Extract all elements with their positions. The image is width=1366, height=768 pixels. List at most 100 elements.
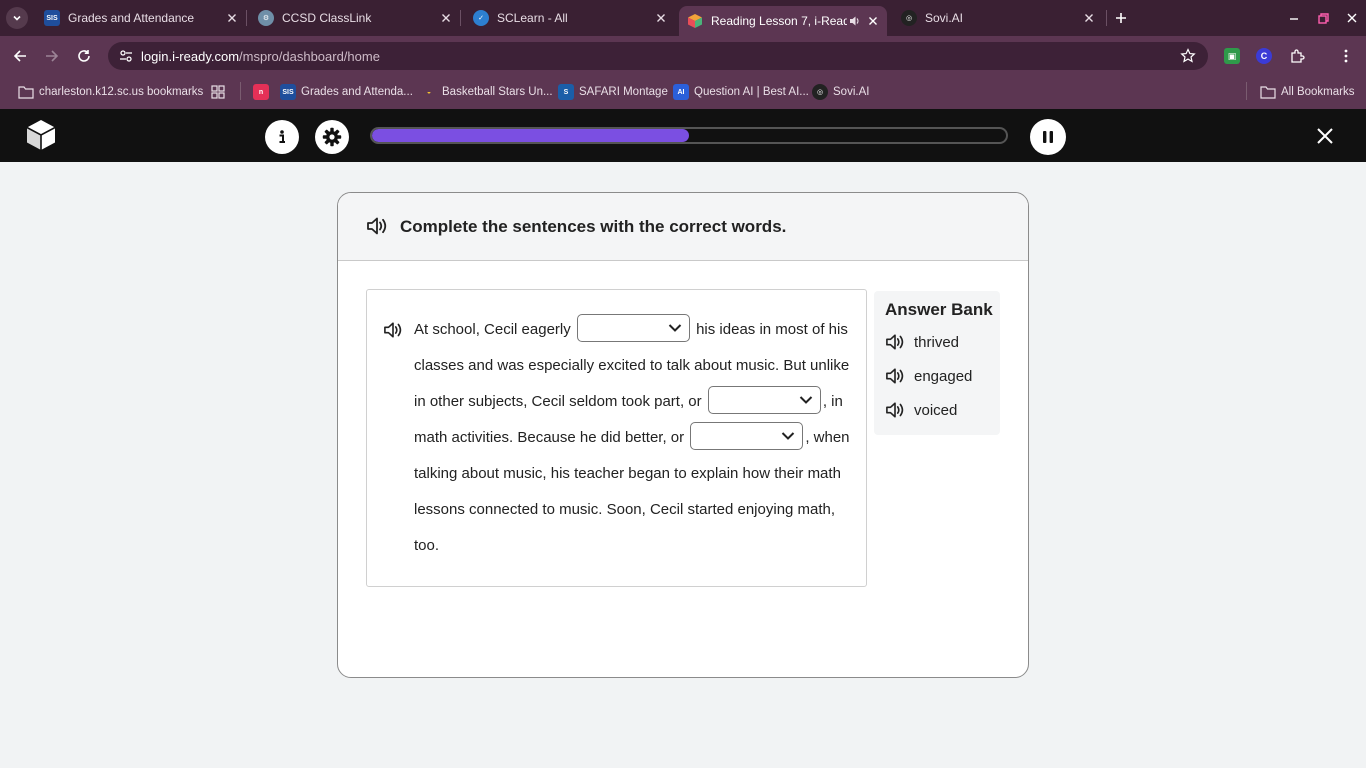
- answer-bank-word[interactable]: voiced: [885, 399, 957, 421]
- bookmark-basketball[interactable]: ◒ Basketball Stars Un...: [421, 83, 553, 101]
- answer-bank-word[interactable]: engaged: [885, 365, 972, 387]
- tab-separator: [1106, 10, 1107, 26]
- passage-box: At school, Cecil eagerly his ideas in mo…: [366, 289, 867, 587]
- lesson-progress-bar: [370, 127, 1008, 144]
- close-lesson-icon[interactable]: [1314, 125, 1336, 147]
- kebab-menu-icon[interactable]: [1338, 48, 1354, 64]
- blank-dropdown-1[interactable]: [576, 314, 690, 343]
- blank-dropdown-3[interactable]: [690, 422, 804, 451]
- bookmark-notion[interactable]: n: [253, 83, 274, 101]
- speaker-icon[interactable]: [885, 333, 905, 351]
- tab-title: Sovi.AI: [925, 11, 964, 25]
- chevron-down-icon: [13, 15, 21, 21]
- tab-title: Reading Lesson 7, i-Ready: [711, 14, 847, 28]
- forward-button[interactable]: [42, 46, 62, 66]
- tab-classlink[interactable]: ⚙ CCSD ClassLink: [250, 5, 460, 31]
- arrow-right-icon: [46, 50, 59, 62]
- answer-word-label: voiced: [914, 401, 958, 419]
- speaker-icon[interactable]: [885, 367, 905, 385]
- safari-montage-icon: S: [558, 84, 574, 100]
- speaker-icon[interactable]: [366, 216, 388, 236]
- close-icon[interactable]: [438, 10, 454, 26]
- sclearn-icon: ✓: [473, 10, 489, 26]
- reload-icon: [78, 50, 90, 62]
- bookmarks-bar: charleston.k12.sc.us bookmarks n SIS Gra…: [0, 76, 1366, 109]
- chevron-down-icon: [799, 396, 813, 404]
- sovi-icon: ◎: [812, 84, 828, 100]
- bookmark-question-ai[interactable]: AI Question AI | Best AI...: [673, 83, 809, 101]
- instruction-bar: Complete the sentences with the correct …: [338, 193, 1028, 261]
- screencastify-extension-icon[interactable]: ▣: [1224, 48, 1240, 64]
- apps-button[interactable]: [210, 83, 231, 101]
- bookmark-safari-montage[interactable]: S SAFARI Montage: [558, 83, 668, 101]
- reload-button[interactable]: [74, 46, 94, 66]
- speaker-icon[interactable]: [383, 321, 403, 339]
- bookmark-sovi[interactable]: ◎ Sovi.AI: [812, 83, 869, 101]
- info-button[interactable]: [265, 120, 299, 154]
- sovi-icon: ◎: [901, 10, 917, 26]
- bookmark-label: charleston.k12.sc.us bookmarks: [39, 86, 204, 98]
- close-icon[interactable]: [1081, 10, 1097, 26]
- info-icon: [279, 130, 285, 143]
- back-button[interactable]: [10, 46, 30, 66]
- sis-icon: SIS: [280, 84, 296, 100]
- basketball-icon: ◒: [426, 88, 432, 96]
- bookmark-folder[interactable]: charleston.k12.sc.us bookmarks: [18, 83, 203, 101]
- passage-text: At school, Cecil eagerly his ideas in mo…: [414, 312, 856, 564]
- bookmark-label: Sovi.AI: [833, 86, 870, 98]
- instruction-text: Complete the sentences with the correct …: [400, 217, 787, 236]
- notion-icon: n: [253, 84, 269, 100]
- passage-segment: At school, Cecil eagerly: [414, 321, 571, 338]
- blank-dropdown-2[interactable]: [707, 386, 821, 415]
- tab-sovi[interactable]: ◎ Sovi.AI: [893, 5, 1103, 31]
- answer-word-label: thrived: [914, 333, 960, 351]
- puzzle-icon[interactable]: [1289, 48, 1305, 64]
- arrow-left-icon: [13, 50, 26, 62]
- close-icon: [1347, 13, 1357, 23]
- plus-icon: [1116, 13, 1126, 23]
- classlink-icon: ⚙: [258, 10, 274, 26]
- close-window-button[interactable]: [1342, 8, 1362, 28]
- answer-word-label: engaged: [914, 367, 973, 385]
- tab-title: Grades and Attendance: [68, 11, 195, 25]
- restore-icon: [1317, 12, 1329, 24]
- url-path: /mspro/dashboard/home: [239, 49, 380, 64]
- iready-icon: [687, 13, 703, 29]
- close-icon[interactable]: [865, 13, 881, 29]
- restore-button[interactable]: [1313, 8, 1333, 28]
- all-bookmarks-button[interactable]: All Bookmarks: [1260, 83, 1355, 101]
- minimize-button[interactable]: [1284, 8, 1304, 28]
- close-icon[interactable]: [653, 10, 669, 26]
- address-bar[interactable]: login.i-ready.com/mspro/dashboard/home: [108, 42, 1208, 70]
- minimize-icon: [1290, 18, 1298, 20]
- gear-icon: [322, 127, 342, 147]
- star-icon[interactable]: [1180, 48, 1196, 64]
- new-tab-button[interactable]: [1111, 8, 1131, 28]
- c-extension-icon[interactable]: C: [1256, 48, 1272, 64]
- tab-sclearn[interactable]: ✓ SCLearn - All: [465, 5, 675, 31]
- progress-fill: [372, 129, 689, 142]
- question-card: Complete the sentences with the correct …: [337, 192, 1029, 678]
- speaker-icon[interactable]: [847, 13, 863, 29]
- pause-button[interactable]: [1030, 119, 1066, 155]
- close-icon[interactable]: [224, 10, 240, 26]
- tab-grades-attendance[interactable]: SIS Grades and Attendance: [36, 5, 246, 31]
- bookmark-label: SAFARI Montage: [579, 86, 668, 98]
- browser-toolbar: login.i-ready.com/mspro/dashboard/home ▣…: [0, 36, 1366, 76]
- bookmark-grades[interactable]: SIS Grades and Attenda...: [280, 83, 413, 101]
- bookmark-label: Grades and Attenda...: [301, 86, 413, 98]
- url-domain: login.i-ready.com: [141, 49, 240, 64]
- answer-bank-word[interactable]: thrived: [885, 331, 959, 353]
- speaker-icon[interactable]: [885, 401, 905, 419]
- tab-separator: [246, 10, 247, 26]
- folder-icon: [18, 84, 34, 100]
- settings-button[interactable]: [315, 120, 349, 154]
- bookmark-label: Question AI | Best AI...: [694, 86, 809, 98]
- answer-bank: Answer Bank thrived engaged voiced: [874, 291, 1000, 435]
- tab-search-button[interactable]: [6, 7, 28, 29]
- chevron-down-icon: [782, 432, 795, 440]
- bookmark-label: All Bookmarks: [1281, 86, 1355, 98]
- tab-iready-lesson[interactable]: Reading Lesson 7, i-Ready: [679, 6, 887, 36]
- site-info-icon[interactable]: [118, 48, 134, 64]
- tab-separator: [460, 10, 461, 26]
